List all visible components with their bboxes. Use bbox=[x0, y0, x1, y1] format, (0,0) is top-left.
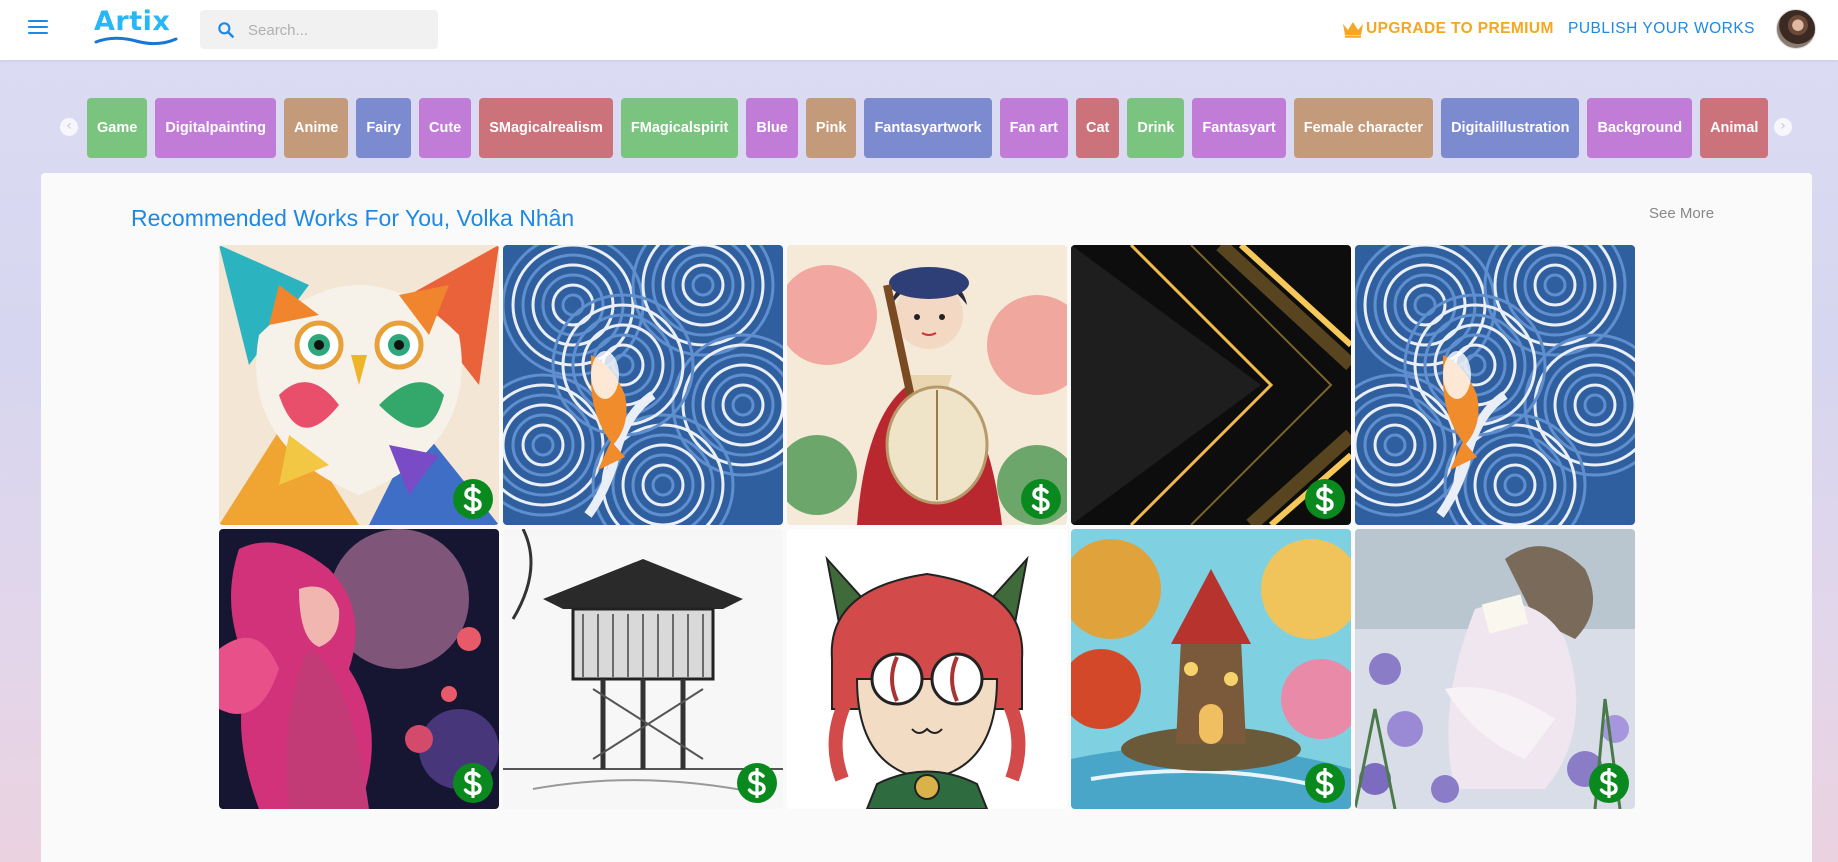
see-more-link[interactable]: See More bbox=[1649, 205, 1714, 222]
artwork-tree-house-river bbox=[1071, 529, 1351, 809]
recommended-section: Recommended Works For You, Volka Nhân Se… bbox=[41, 173, 1812, 862]
logo-text: Artix bbox=[94, 6, 171, 37]
tag-chip[interactable]: Digitalillustration bbox=[1441, 98, 1580, 158]
artwork-card[interactable] bbox=[219, 245, 499, 525]
upgrade-premium-link[interactable]: UPGRADE TO PREMIUM bbox=[1342, 18, 1554, 40]
artwork-card[interactable] bbox=[1071, 529, 1351, 809]
section-title: Recommended Works For You, Volka Nhân bbox=[131, 205, 575, 231]
dollar-icon bbox=[453, 763, 493, 803]
dollar-icon bbox=[737, 763, 777, 803]
publish-works-link[interactable]: PUBLISH YOUR WORKS bbox=[1568, 20, 1755, 38]
artwork-card[interactable] bbox=[787, 245, 1067, 525]
logo[interactable]: Artix bbox=[94, 6, 178, 46]
tag-chip[interactable]: Fantasyart bbox=[1192, 98, 1286, 158]
tag-chip[interactable]: Fan art bbox=[999, 98, 1068, 158]
artwork-card[interactable] bbox=[1355, 245, 1635, 525]
tag-chip[interactable]: FMagicalspirit bbox=[620, 98, 739, 158]
artwork-card[interactable] bbox=[787, 529, 1067, 809]
tag-chip[interactable]: Anime bbox=[284, 98, 349, 158]
search-icon[interactable] bbox=[216, 20, 236, 40]
tag-chip[interactable]: Blue bbox=[746, 98, 798, 158]
tag-chip[interactable]: Female character bbox=[1293, 98, 1434, 158]
dollar-icon bbox=[453, 479, 493, 519]
artwork-card[interactable] bbox=[1071, 245, 1351, 525]
tag-chip[interactable]: Animal bbox=[1700, 98, 1769, 158]
tag-bar: Game Digitalpainting Anime Fairy Cute SMagica… bbox=[87, 98, 1769, 158]
upgrade-premium-label: UPGRADE TO PREMIUM bbox=[1366, 20, 1554, 37]
tag-chip[interactable]: Fairy bbox=[356, 98, 411, 158]
tag-chip[interactable]: Background bbox=[1587, 98, 1693, 158]
artwork-lute-player bbox=[787, 245, 1067, 525]
artwork-card[interactable] bbox=[219, 529, 499, 809]
tags-prev-icon[interactable]: ‹ bbox=[60, 118, 78, 136]
tag-chip[interactable]: Pink bbox=[805, 98, 857, 158]
tags-next-icon[interactable]: › bbox=[1774, 118, 1792, 136]
artwork-pink-nebula-woman bbox=[219, 529, 499, 809]
works-grid bbox=[219, 245, 1635, 813]
search-box bbox=[200, 10, 438, 49]
dollar-icon bbox=[1021, 479, 1061, 519]
artwork-card[interactable] bbox=[1355, 529, 1635, 809]
crown-icon bbox=[1343, 22, 1363, 38]
avatar[interactable] bbox=[1776, 9, 1816, 49]
logo-swoosh bbox=[94, 36, 178, 46]
menu-icon[interactable] bbox=[28, 20, 48, 36]
tag-chip[interactable]: Drink bbox=[1127, 98, 1185, 158]
tag-chip[interactable]: Fantasyartwork bbox=[864, 98, 992, 158]
dollar-icon bbox=[1589, 763, 1629, 803]
artwork-iris-garden-reader bbox=[1355, 529, 1635, 809]
artwork-stilt-house-sketch bbox=[503, 529, 783, 809]
top-header: Artix UPGRADE TO PREMIUM PUBLISH YOUR WO… bbox=[0, 0, 1838, 60]
tag-chip[interactable]: Game bbox=[87, 98, 148, 158]
artwork-koi-waves bbox=[1355, 245, 1635, 525]
tag-chip[interactable]: SMagicalrealism bbox=[479, 98, 613, 158]
dollar-icon bbox=[1305, 763, 1345, 803]
artwork-black-gold-abstract bbox=[1071, 245, 1351, 525]
tag-chip[interactable]: Cat bbox=[1075, 98, 1120, 158]
artwork-owl-painting bbox=[219, 245, 499, 525]
artwork-koi-waves bbox=[503, 245, 783, 525]
dollar-icon bbox=[1305, 479, 1345, 519]
artwork-card[interactable] bbox=[503, 529, 783, 809]
artwork-red-hair-cat-girl bbox=[787, 529, 1067, 809]
tag-chip[interactable]: Digitalpainting bbox=[155, 98, 276, 158]
artwork-card[interactable] bbox=[503, 245, 783, 525]
tag-chip[interactable]: Cute bbox=[419, 98, 472, 158]
search-input[interactable] bbox=[248, 18, 428, 42]
